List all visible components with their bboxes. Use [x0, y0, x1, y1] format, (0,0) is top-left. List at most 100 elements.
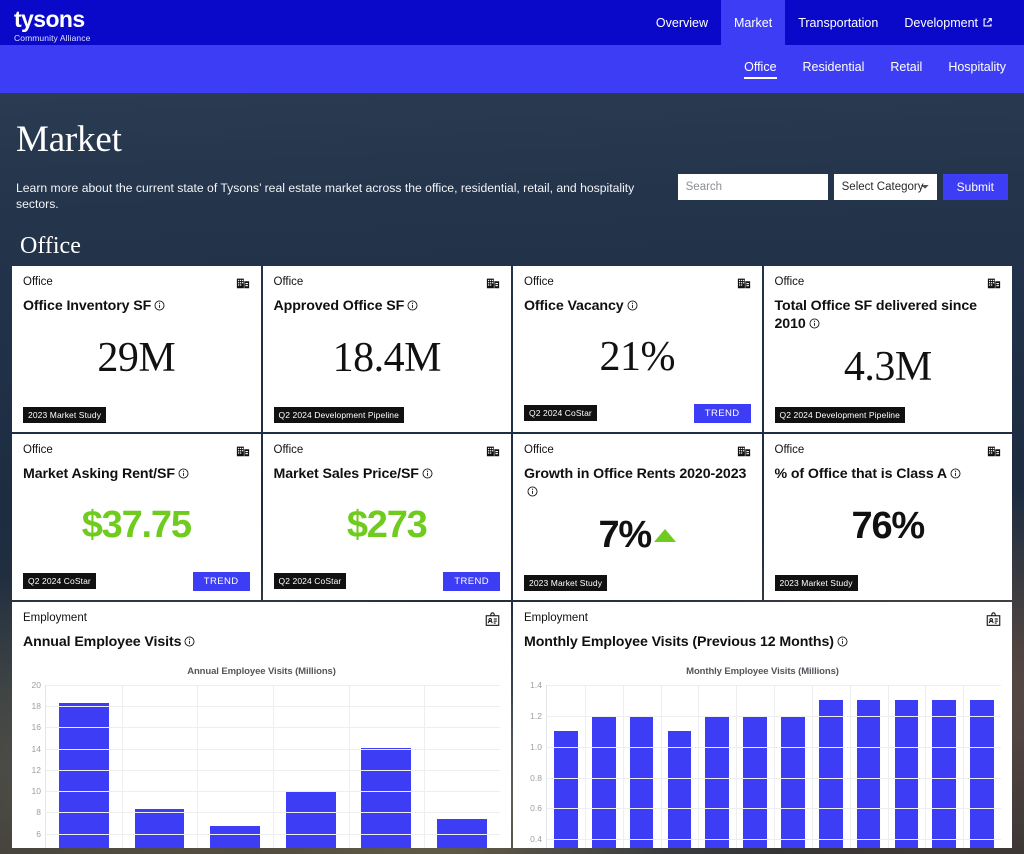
metric-card[interactable]: Office Approved Office SF 18.4M Q2 2024 … [262, 265, 511, 432]
subnav-item-retail[interactable]: Retail [890, 60, 922, 79]
bar[interactable] [285, 791, 336, 848]
gridline [424, 684, 426, 848]
bar[interactable] [554, 731, 578, 848]
bar[interactable] [743, 715, 767, 848]
chart-title: Monthly Employee Visits (Millions) [686, 665, 839, 677]
bar[interactable] [667, 731, 692, 848]
trend-up-arrow-icon [654, 528, 677, 542]
card-source-tag: 2023 Market Study [524, 574, 608, 591]
gridline [121, 684, 123, 848]
bar[interactable] [932, 700, 956, 848]
bar[interactable] [629, 715, 654, 848]
bar[interactable] [856, 700, 881, 848]
metric-card[interactable]: Office Market Asking Rent/SF $37.75 Q2 2… [12, 433, 261, 600]
subnav-item-hospitality[interactable]: Hospitality [948, 60, 1006, 79]
metric-card[interactable]: Office Market Sales Price/SF $273 Q2 202… [262, 433, 511, 600]
gridline [660, 684, 662, 848]
gridline [811, 684, 813, 848]
primary-nav-items: Overview Market Transportation Developme… [643, 0, 1024, 45]
nav-item-development[interactable]: Development [891, 0, 1006, 45]
card-source-tag: Q2 2024 CoStar [273, 573, 347, 590]
info-icon[interactable] [527, 484, 538, 502]
nav-item-market-label: Market [734, 15, 773, 30]
search-input[interactable] [677, 173, 828, 200]
bar[interactable] [781, 715, 805, 848]
nav-item-market[interactable]: Market [721, 0, 786, 45]
info-icon[interactable] [950, 466, 961, 484]
external-link-icon [982, 17, 993, 28]
bar[interactable] [705, 715, 730, 848]
info-icon[interactable] [809, 316, 820, 334]
info-icon[interactable] [422, 466, 433, 484]
logo-tagline: Community Alliance [14, 32, 91, 43]
metric-card[interactable]: Office Growth in Office Rents 2020-2023 … [513, 433, 762, 600]
card-value: 29M [97, 335, 176, 382]
info-icon[interactable] [178, 466, 189, 484]
site-logo[interactable]: tysons Community Alliance [0, 0, 250, 45]
card-value: 18.4M [332, 335, 442, 382]
gridline [698, 684, 700, 848]
bar[interactable] [894, 700, 919, 848]
chart-card[interactable]: Employment Annual Employee Visits Annual… [12, 601, 511, 848]
card-source-tag: Q2 2024 CoStar [524, 405, 597, 422]
y-axis: 6 8 10 12 14 16 18 20 [23, 680, 45, 848]
y-axis-tick-label: 1.0 [530, 741, 542, 752]
card-title: Total Office SF delivered since 2010 [775, 297, 1002, 334]
info-icon[interactable] [627, 298, 638, 316]
info-icon[interactable] [184, 634, 195, 652]
card-title-text: Market Asking Rent/SF [23, 465, 175, 482]
card-source-tag: Q2 2024 Development Pipeline [774, 406, 905, 423]
info-icon[interactable] [154, 298, 165, 316]
card-category: Office [273, 275, 304, 288]
bar[interactable] [970, 700, 994, 848]
nav-item-overview[interactable]: Overview [643, 0, 721, 45]
office-building-icon [987, 444, 1001, 458]
subnav-item-residential[interactable]: Residential [803, 60, 865, 79]
card-title-text: % of Office that is Class A [774, 465, 948, 482]
gridline [963, 684, 965, 848]
card-title: Office Inventory SF [23, 297, 250, 316]
metric-card[interactable]: Office Total Office SF delivered since 2… [763, 265, 1012, 432]
nav-item-development-label: Development [904, 15, 978, 30]
office-building-icon [987, 276, 1001, 290]
metric-card[interactable]: Office Office Inventory SF 29M 2023 Mark… [12, 265, 261, 432]
metric-card[interactable]: Office % of Office that is Class A 76% 2… [763, 433, 1012, 600]
category-select[interactable]: Select Category [833, 173, 937, 200]
info-icon[interactable] [837, 634, 848, 652]
gridline [849, 684, 851, 848]
office-building-icon [486, 444, 500, 458]
trend-button[interactable]: TREND [443, 571, 500, 591]
trend-button[interactable]: TREND [192, 571, 250, 591]
card-value: 7% [598, 514, 652, 557]
card-category: Office [524, 443, 554, 456]
y-axis-tick-label: 14 [31, 743, 41, 754]
bar[interactable] [134, 809, 185, 848]
card-title: % of Office that is Class A [775, 465, 1002, 484]
submit-button[interactable]: Submit [942, 173, 1008, 200]
card-title: Office Vacancy [524, 297, 751, 316]
plot-body [45, 684, 500, 848]
card-title: Monthly Employee Visits (Previous 12 Mon… [524, 633, 1001, 652]
chart-card[interactable]: Employment Monthly Employee Visits (Prev… [513, 601, 1012, 848]
bar[interactable] [58, 702, 109, 848]
gridline [584, 684, 586, 848]
nav-item-transportation[interactable]: Transportation [785, 0, 891, 45]
metric-card[interactable]: Office Office Vacancy 21% Q2 2024 CoStar… [513, 265, 762, 432]
office-building-icon [486, 276, 500, 290]
y-axis-tick-label: 1.4 [530, 679, 542, 690]
bar[interactable] [210, 826, 261, 848]
y-axis-tick-label: 0.6 [530, 803, 542, 814]
y-axis-tick-label: 1.2 [530, 710, 542, 721]
chart-area: Annual Employee Visits (Millions) 6 8 10 12… [23, 666, 500, 848]
office-building-icon [236, 276, 250, 290]
card-title: Growth in Office Rents 2020-2023 [524, 465, 751, 502]
section-title-office: Office [20, 232, 81, 259]
office-building-icon [737, 276, 751, 290]
trend-button[interactable]: TREND [693, 403, 751, 423]
plot-body [546, 684, 1001, 848]
subnav-item-office[interactable]: Office [744, 60, 777, 79]
bar[interactable] [591, 715, 616, 848]
card-category: Office [524, 275, 554, 288]
info-icon[interactable] [407, 298, 418, 316]
bar[interactable] [818, 700, 843, 848]
